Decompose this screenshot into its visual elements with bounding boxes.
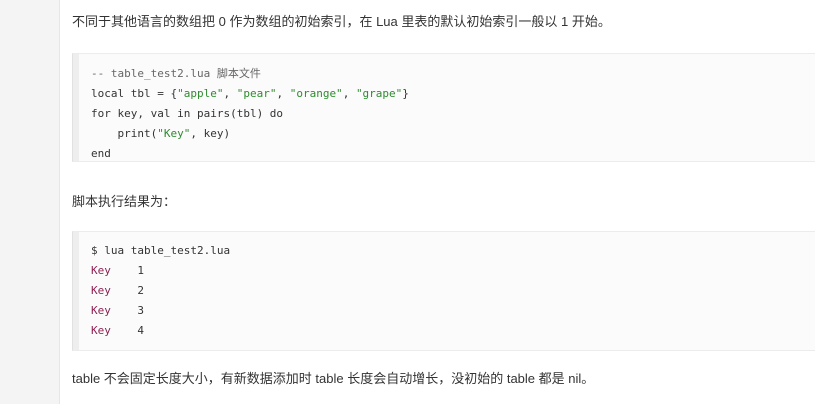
left-gutter	[0, 0, 60, 404]
code-string: "orange"	[289, 87, 343, 100]
output-command-line: $ lua table_test2.lua	[91, 244, 231, 257]
output-row: Key 2	[91, 281, 144, 301]
code-line-for-loop: for key, val in pairs(tbl) do	[91, 107, 284, 120]
output-key: Key	[91, 284, 111, 297]
output-value: 1	[137, 264, 144, 277]
output-value: 3	[137, 304, 144, 317]
code-token: ,	[276, 87, 290, 100]
outro-paragraph: table 不会固定长度大小，有新数据添加时 table 长度会自动增长，没初始…	[72, 371, 595, 386]
code-token: ,	[223, 87, 237, 100]
output-code-block: $ lua table_test2.lua Key 1 Key 2 Key 3 …	[72, 231, 815, 351]
output-row: Key 4	[91, 321, 144, 341]
code-token: local tbl = {	[91, 87, 178, 100]
code-string: "pear"	[236, 87, 277, 100]
output-row: Key 3	[91, 301, 144, 321]
output-value: 2	[137, 284, 144, 297]
result-label: 脚本执行结果为：	[72, 194, 177, 209]
lua-code-block: -- table_test2.lua 脚本文件 local tbl = {"ap…	[72, 53, 815, 162]
code-token: ,	[342, 87, 356, 100]
output-value: 4	[137, 324, 144, 337]
code-line-end: end	[91, 147, 111, 160]
code-string: "Key"	[157, 127, 191, 140]
code-token: , key)	[190, 127, 231, 140]
code-token: print(	[91, 127, 158, 140]
code-string: "apple"	[177, 87, 224, 100]
code-line-print: print("Key", key)	[91, 124, 230, 144]
code-string: "grape"	[355, 87, 403, 100]
code-token: }	[402, 87, 409, 100]
code-line-table-def: local tbl = {"apple", "pear", "orange", …	[91, 84, 409, 104]
output-key: Key	[91, 304, 111, 317]
output-key: Key	[91, 264, 111, 277]
output-key: Key	[91, 324, 111, 337]
intro-paragraph: 不同于其他语言的数组把 0 作为数组的初始索引，在 Lua 里表的默认初始索引一…	[72, 14, 611, 29]
output-row: Key 1	[91, 261, 144, 281]
code-comment-line: -- table_test2.lua 脚本文件	[91, 67, 261, 80]
